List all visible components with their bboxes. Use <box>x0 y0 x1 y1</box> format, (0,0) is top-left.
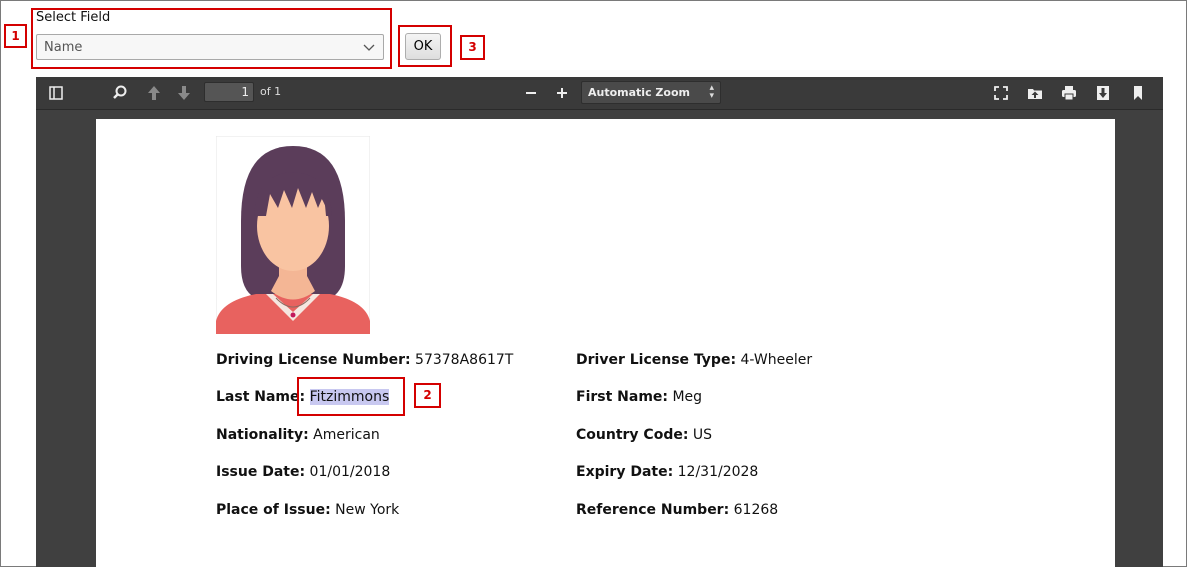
field-country-code: Country Code: US <box>576 427 712 443</box>
chevron-down-icon <box>363 39 375 55</box>
zoom-value: Automatic Zoom <box>588 86 690 99</box>
page-number-input[interactable] <box>204 82 254 102</box>
field-value: 61268 <box>733 502 779 518</box>
field-label: Last Name: <box>216 389 306 405</box>
search-icon[interactable] <box>110 83 130 103</box>
profile-photo-illustration <box>216 136 370 334</box>
annotation-label-2: 2 <box>414 383 441 408</box>
field-reference-number: Reference Number: 61268 <box>576 502 778 518</box>
field-label: Driving License Number: <box>216 352 411 368</box>
field-label: Driver License Type: <box>576 352 737 368</box>
previous-page-icon[interactable] <box>144 83 164 103</box>
page-count-label: of 1 <box>260 85 282 98</box>
field-value: American <box>313 427 380 443</box>
field-value: 4-Wheeler <box>740 352 813 368</box>
pdf-viewer: of 1 Automatic Zoom ▴▾ <box>36 77 1163 567</box>
field-label: Reference Number: <box>576 502 730 518</box>
next-page-icon[interactable] <box>174 83 194 103</box>
field-label: Nationality: <box>216 427 309 443</box>
pdf-page: Driving License Number: 57378A8617T Driv… <box>96 119 1115 567</box>
field-value: 01/01/2018 <box>309 464 391 480</box>
pdf-toolbar: of 1 Automatic Zoom ▴▾ <box>36 77 1163 110</box>
field-label: Expiry Date: <box>576 464 674 480</box>
field-expiry-date: Expiry Date: 12/31/2028 <box>576 464 758 480</box>
field-driver-license-type: Driver License Type: 4-Wheeler <box>576 352 812 368</box>
field-select-dropdown[interactable]: Name <box>36 34 384 60</box>
download-icon[interactable] <box>1093 83 1113 103</box>
bookmark-icon[interactable] <box>1128 83 1148 103</box>
field-label: Place of Issue: <box>216 502 331 518</box>
updown-arrows-icon: ▴ ▾ <box>709 83 714 101</box>
field-nationality: Nationality: American <box>216 427 380 443</box>
field-issue-date: Issue Date: 01/01/2018 <box>216 464 390 480</box>
zoom-in-icon[interactable] <box>552 83 572 103</box>
field-driving-license-number: Driving License Number: 57378A8617T <box>216 352 513 368</box>
field-value: 57378A8617T <box>415 352 514 368</box>
ok-button[interactable]: OK <box>405 33 441 60</box>
zoom-select[interactable]: Automatic Zoom ▴ ▾ <box>581 81 721 104</box>
print-icon[interactable] <box>1059 83 1079 103</box>
field-label: Country Code: <box>576 427 689 443</box>
field-value: US <box>692 427 713 443</box>
zoom-out-icon[interactable] <box>521 83 541 103</box>
field-value: New York <box>335 502 400 518</box>
field-value: 12/31/2028 <box>677 464 759 480</box>
field-label: Issue Date: <box>216 464 306 480</box>
annotation-label-1: 1 <box>4 24 27 48</box>
field-first-name: First Name: Meg <box>576 389 702 405</box>
field-label: First Name: <box>576 389 669 405</box>
sidebar-toggle-icon[interactable] <box>46 83 66 103</box>
field-place-of-issue: Place of Issue: New York <box>216 502 399 518</box>
annotation-box-2 <box>297 377 405 416</box>
open-file-icon[interactable] <box>1025 83 1045 103</box>
select-current-value: Name <box>44 40 83 55</box>
select-field-label: Select Field <box>36 10 111 25</box>
annotation-label-3: 3 <box>460 35 485 60</box>
field-value: Meg <box>672 389 703 405</box>
presentation-mode-icon[interactable] <box>991 83 1011 103</box>
